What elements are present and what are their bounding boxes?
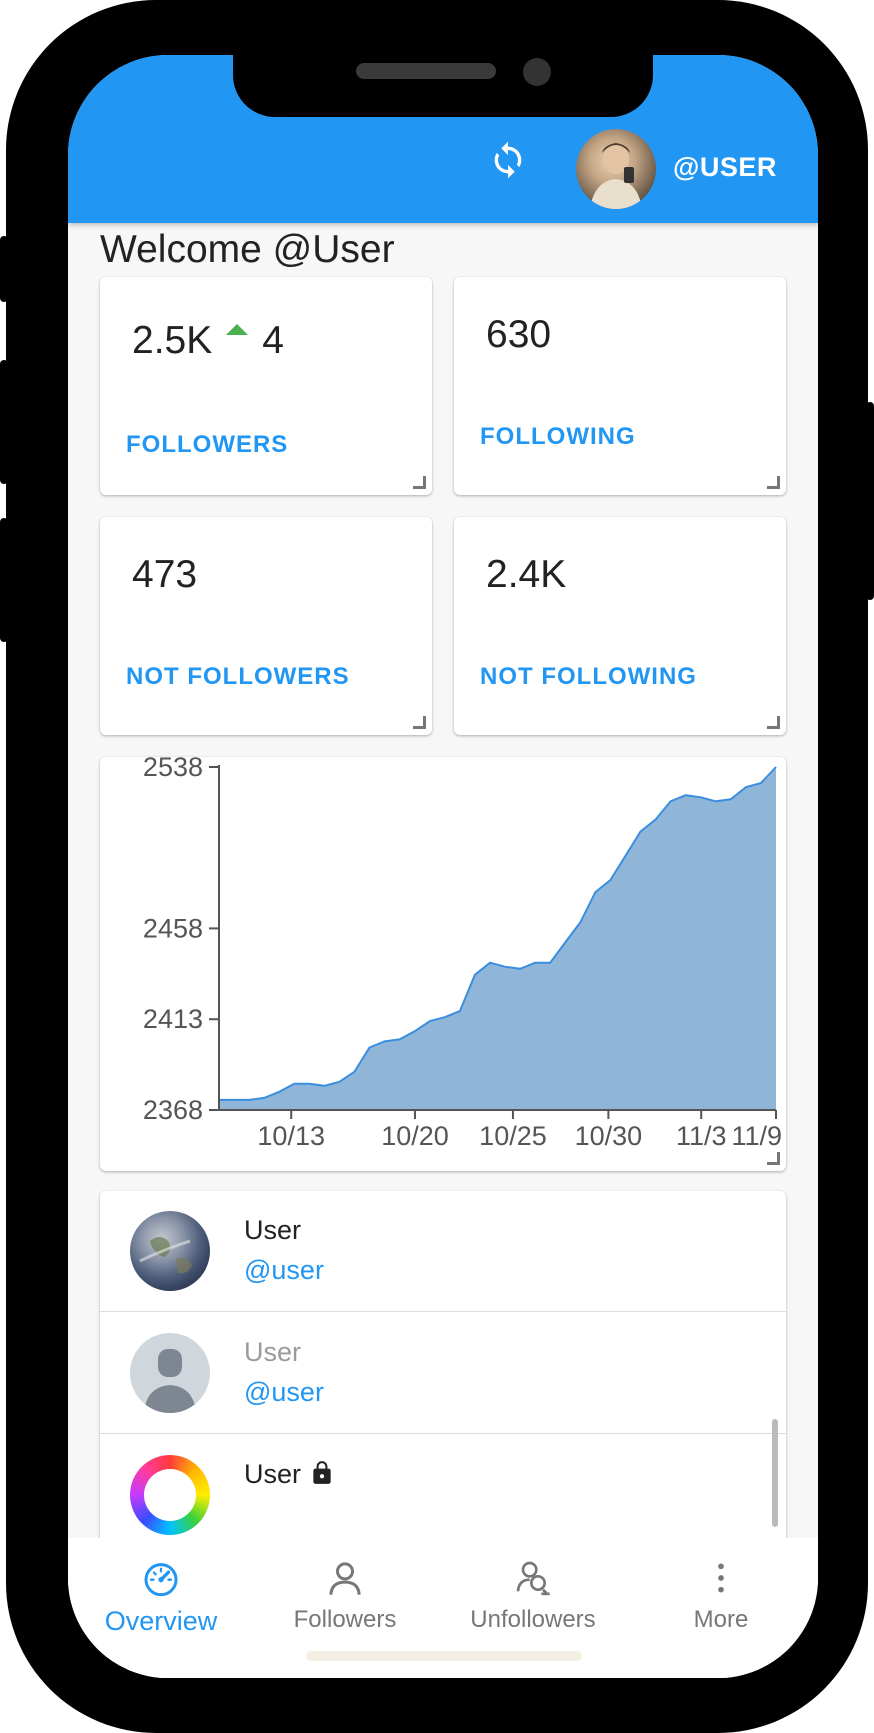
nav-unfollowers-label: Unfollowers (470, 1606, 596, 1633)
not-following-card[interactable]: 2.4K NOT FOLLOWING (454, 517, 786, 735)
notch (233, 55, 653, 117)
side-button (0, 360, 8, 484)
list-item-name-text: User (244, 1459, 302, 1489)
following-card[interactable]: 630 FOLLOWING (454, 277, 786, 495)
list-item-name: User (244, 1459, 335, 1490)
speedometer-icon (144, 1563, 178, 1597)
followers-chart: 2538 2458 2413 2368 10/13 10/20 10/25 10/30 11/3… (143, 752, 782, 1151)
list-item[interactable]: User @user (100, 1313, 786, 1434)
phone-frame: @USER Welcome @User 2.5K 4 FOLLOWERS 630 … (6, 0, 868, 1733)
nav-more[interactable]: More (631, 1538, 811, 1648)
followers-card[interactable]: 2.5K 4 FOLLOWERS (100, 277, 432, 495)
list-scrollbar[interactable] (772, 1419, 778, 1527)
resize-handle-icon (767, 476, 780, 489)
nav-followers[interactable]: Followers (255, 1538, 435, 1648)
following-label: FOLLOWING (480, 423, 636, 450)
refresh-icon[interactable] (488, 140, 528, 180)
profile-avatar[interactable] (576, 129, 656, 209)
side-button (0, 236, 8, 302)
followers-label: FOLLOWERS (126, 431, 289, 458)
list-item-name: User (244, 1337, 302, 1367)
person-minus-icon (516, 1561, 550, 1596)
y-tick-label: 2538 (143, 757, 203, 782)
app-screen: @USER Welcome @User 2.5K 4 FOLLOWERS 630 … (68, 55, 818, 1678)
chart-area (219, 767, 776, 1110)
x-tick-label: 11/9 (731, 1121, 782, 1151)
not-followers-card[interactable]: 473 NOT FOLLOWERS (100, 517, 432, 735)
header-username[interactable]: @USER (673, 152, 777, 183)
not-following-count: 2.4K (486, 553, 567, 596)
followers-value: 2.5K (132, 319, 213, 362)
side-button (866, 402, 874, 600)
list-item-name: User (244, 1215, 302, 1245)
x-tick-label: 10/30 (575, 1121, 643, 1151)
person-icon (329, 1562, 361, 1595)
following-count: 630 (486, 313, 552, 356)
x-tick-label: 10/13 (257, 1121, 325, 1151)
avatar-center (144, 1469, 196, 1521)
resize-handle-icon (767, 1152, 780, 1165)
x-tick-label: 10/20 (381, 1121, 449, 1151)
not-followers-label: NOT FOLLOWERS (126, 663, 350, 690)
nav-overview-label: Overview (104, 1606, 218, 1636)
resize-handle-icon (413, 476, 426, 489)
resize-handle-icon (413, 716, 426, 729)
y-tick-label: 2458 (143, 913, 203, 943)
trend-up-icon (226, 324, 249, 335)
y-tick-label: 2368 (143, 1095, 203, 1125)
followers-chart-card: 2538 2458 2413 2368 10/13 10/20 10/25 10/30 11/3… (100, 752, 786, 1171)
default-person-avatar (130, 1333, 210, 1413)
not-followers-count: 473 (132, 553, 198, 596)
avatar (130, 1211, 210, 1291)
list-item-handle[interactable]: @user (244, 1255, 324, 1286)
list-item[interactable]: User @user (100, 1191, 786, 1312)
list-item[interactable]: User (100, 1435, 786, 1555)
x-tick-label: 11/3 (676, 1121, 727, 1151)
followers-delta: 4 (262, 319, 284, 362)
y-tick-label: 2413 (143, 1004, 203, 1034)
more-vert-icon (718, 1563, 724, 1593)
nav-more-label: More (693, 1606, 749, 1633)
lock-icon (312, 1461, 331, 1484)
nav-unfollowers[interactable]: Unfollowers (443, 1538, 623, 1648)
nav-overview[interactable]: Overview (71, 1538, 251, 1648)
avatar (130, 1455, 210, 1535)
side-button (0, 518, 8, 642)
not-following-label: NOT FOLLOWING (480, 663, 697, 690)
nav-followers-label: Followers (293, 1606, 397, 1633)
resize-handle-icon (767, 716, 780, 729)
home-indicator (306, 1651, 582, 1661)
welcome-title: Welcome @User (100, 228, 395, 271)
followers-count: 2.5K 4 (132, 319, 284, 363)
x-tick-label: 10/25 (479, 1121, 547, 1151)
list-item-handle[interactable]: @user (244, 1377, 324, 1408)
